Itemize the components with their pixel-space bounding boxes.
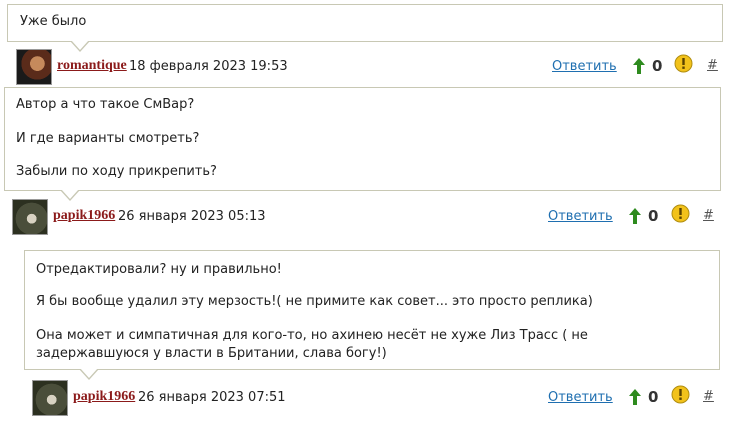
score-value: 0 [648,207,659,225]
comment-date: 26 января 2023 07:51 [138,390,286,405]
avatar[interactable] [32,380,68,416]
avatar[interactable] [12,199,48,235]
comment-body: Автор а что такое СмВар? И где варианты … [4,87,721,201]
permalink[interactable]: # [703,389,714,404]
exclamation-icon[interactable] [671,385,690,404]
author-link[interactable]: papik1966 [53,208,115,224]
permalink[interactable]: # [707,58,718,73]
comment-text: И где варианты смотреть? [16,131,200,146]
score-value: 0 [652,57,663,75]
comment-text: Забыли по ходу прикрепить? [16,164,217,179]
comment-text: Она может и симпатичная для кого-то, но … [36,328,588,361]
reply-link[interactable]: Ответить [552,59,617,74]
comment-meta: romantique 18 февраля 2023 19:53 Ответит… [16,49,721,85]
reply-link[interactable]: Ответить [548,390,613,405]
reply-link[interactable]: Ответить [548,209,613,224]
comment-text: Я бы вообще удалил эту мерзость!( не при… [36,294,593,309]
comment-body: Отредактировали? ну и правильно! Я бы во… [24,250,720,380]
comment-meta: papik1966 26 января 2023 07:51 Ответить … [32,380,717,416]
exclamation-icon[interactable] [674,54,693,73]
comment-text: Уже было [20,14,87,29]
score-value: 0 [648,388,659,406]
author-link[interactable]: romantique [57,58,127,74]
permalink[interactable]: # [703,208,714,223]
comment-date: 26 января 2023 05:13 [118,209,266,224]
author-link[interactable]: papik1966 [73,389,135,405]
arrow-up-icon[interactable] [632,57,646,75]
comment-text: Отредактировали? ну и правильно! [36,262,282,277]
arrow-up-icon[interactable] [628,207,642,225]
comment-body: Уже было [7,4,723,52]
arrow-up-icon[interactable] [628,388,642,406]
comment-meta: papik1966 26 января 2023 05:13 Ответить … [12,199,717,235]
exclamation-icon[interactable] [671,204,690,223]
comment-text: Автор а что такое СмВар? [16,97,195,112]
comment-tail [79,368,99,380]
avatar[interactable] [16,49,52,85]
comment-date: 18 февраля 2023 19:53 [129,59,288,74]
